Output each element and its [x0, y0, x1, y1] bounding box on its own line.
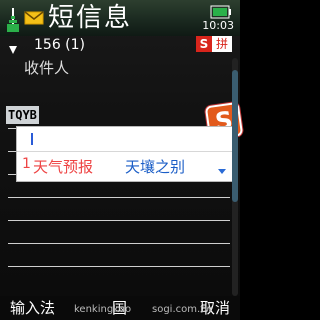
ime-candidate-panel: 1 天气预报 天壤之别	[16, 126, 234, 182]
scrollbar-thumb[interactable]	[232, 70, 238, 202]
watermark-left: kenkingkuo	[74, 304, 132, 315]
candidate-1[interactable]: 天气预报	[33, 156, 93, 177]
text-line	[8, 197, 230, 198]
chevron-down-icon[interactable]	[217, 161, 227, 174]
softkey-left[interactable]: 输入法	[10, 299, 55, 317]
ime-input-field[interactable]	[17, 127, 233, 152]
signal-icon	[6, 6, 20, 34]
candidate-index: 1	[22, 156, 31, 172]
header-bar: 短信息 10:03	[0, 0, 240, 36]
ime-badge-s: S	[196, 36, 212, 52]
ime-composition: TQYB	[6, 106, 39, 124]
text-caret	[31, 133, 33, 145]
battery-icon	[210, 4, 232, 19]
candidate-row: 1 天气预报 天壤之别	[17, 152, 233, 181]
ime-badge-pin: 拼	[212, 36, 232, 52]
ime-badge: S 拼	[196, 36, 232, 52]
text-line	[8, 243, 230, 244]
text-line	[8, 220, 230, 221]
recipient-label: 收件人	[24, 59, 70, 77]
text-line	[8, 266, 230, 267]
message-count: 156 (1)	[34, 37, 86, 53]
clock: 10:03	[202, 19, 234, 32]
screen: 短信息 10:03 156 (1) S 拼 收件人 TQYB S 1 天气预报 …	[0, 0, 244, 320]
envelope-icon	[24, 10, 44, 25]
candidate-2[interactable]: 天壤之别	[125, 156, 185, 177]
watermark-right: sogi.com.tw	[152, 304, 213, 315]
app-title: 短信息	[48, 3, 133, 33]
antenna-icon	[8, 40, 18, 54]
